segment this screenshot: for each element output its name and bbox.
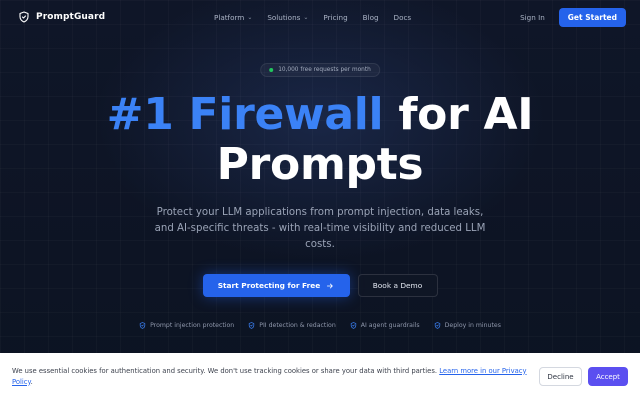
headline-line2: Prompts <box>216 139 424 190</box>
main-menu: Platform ⌄ Solutions ⌄ Pricing Blog Docs <box>214 13 411 22</box>
start-protecting-button[interactable]: Start Protecting for Free <box>202 274 350 297</box>
cookie-message: We use essential cookies for authenticat… <box>12 366 532 388</box>
cookie-actions: Decline Accept <box>539 367 628 386</box>
shield-check-icon <box>139 322 146 329</box>
menu-item-solutions[interactable]: Solutions ⌄ <box>267 13 308 22</box>
background-grid <box>0 0 640 400</box>
brand-logo[interactable]: PromptGuard <box>18 11 105 23</box>
hero-headline: #1 Firewall for AI Prompts <box>0 90 640 190</box>
book-demo-button[interactable]: Book a Demo <box>357 274 438 297</box>
top-nav: PromptGuard Platform ⌄ Solutions ⌄ Prici… <box>0 0 640 34</box>
menu-label: Solutions <box>267 12 301 22</box>
accept-cookies-button[interactable]: Accept <box>588 367 628 386</box>
feature-list: Prompt injection protection PII detectio… <box>0 322 640 329</box>
arrow-right-icon <box>327 283 334 288</box>
menu-item-platform[interactable]: Platform ⌄ <box>214 13 252 22</box>
cookie-banner: We use essential cookies for authenticat… <box>0 353 640 400</box>
menu-item-docs[interactable]: Docs <box>394 13 412 22</box>
brand-name: PromptGuard <box>36 12 106 22</box>
feature-label: PII detection & redaction <box>259 322 336 329</box>
headline-line1-rest: for AI <box>398 89 534 140</box>
free-requests-badge: 10,000 free requests per month <box>260 63 380 77</box>
start-protecting-label: Start Protecting for Free <box>217 281 321 290</box>
feature-label: AI agent guardrails <box>360 322 420 329</box>
feature-label: Deploy in minutes <box>444 322 501 329</box>
menu-label: Platform <box>214 12 245 22</box>
feature-item: AI agent guardrails <box>350 322 420 329</box>
feature-label: Prompt injection protection <box>150 322 235 329</box>
menu-label: Docs <box>393 12 412 22</box>
menu-label: Pricing <box>323 12 348 22</box>
cookie-period: . <box>30 377 33 386</box>
menu-item-blog[interactable]: Blog <box>363 13 379 22</box>
shield-check-icon <box>249 322 255 329</box>
feature-item: Prompt injection protection <box>139 322 234 329</box>
status-dot-icon <box>269 68 274 72</box>
menu-item-pricing[interactable]: Pricing <box>323 13 347 22</box>
feature-item: PII detection & redaction <box>248 322 336 329</box>
cookie-text: We use essential cookies for authenticat… <box>12 366 438 375</box>
chevron-down-icon: ⌄ <box>303 13 309 21</box>
get-started-button[interactable]: Get Started <box>558 7 626 27</box>
shield-icon <box>19 11 29 23</box>
shield-check-icon <box>434 322 440 329</box>
headline-accent: #1 Firewall <box>106 89 384 140</box>
decline-cookies-button[interactable]: Decline <box>539 367 582 386</box>
nav-actions: Sign In Get Started <box>520 7 626 27</box>
feature-item: Deploy in minutes <box>434 322 501 329</box>
hero-cta-group: Start Protecting for Free Book a Demo <box>0 274 640 297</box>
chevron-down-icon: ⌄ <box>247 13 253 21</box>
shield-check-icon <box>350 322 356 329</box>
hero-subtitle: Protect your LLM applications from promp… <box>154 207 486 250</box>
sign-in-link[interactable]: Sign In <box>520 13 545 22</box>
badge-text: 10,000 free requests per month <box>278 67 371 73</box>
menu-label: Blog <box>362 12 379 22</box>
